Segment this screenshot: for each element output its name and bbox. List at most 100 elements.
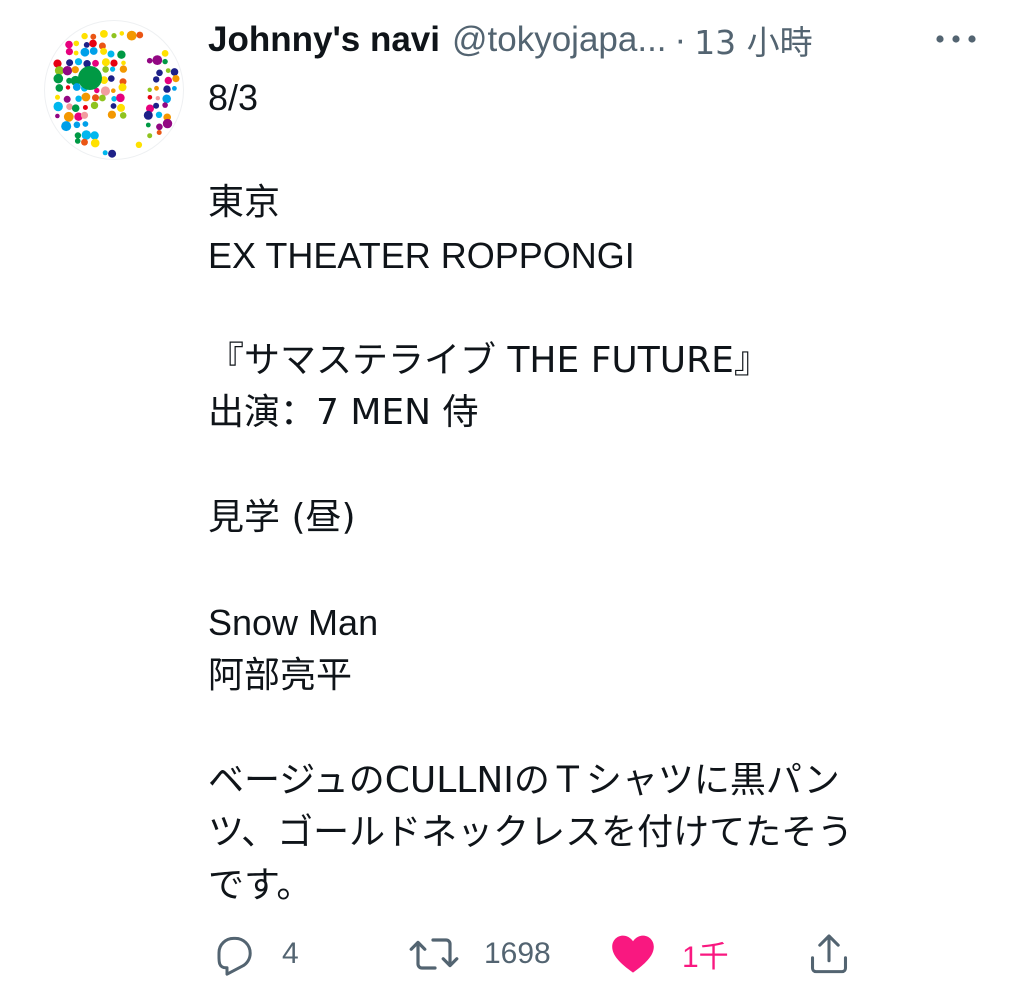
avatar-dot bbox=[72, 83, 81, 91]
tweet-text-line: 見学 (昼) bbox=[208, 497, 356, 538]
tweet-text-line: ベージュのCULLNIのＴシャツに黒パン bbox=[208, 759, 840, 801]
avatar-dot bbox=[53, 73, 64, 84]
avatar-dot bbox=[155, 111, 163, 119]
avatar-dot bbox=[73, 121, 81, 129]
avatar-dot bbox=[136, 31, 144, 39]
avatar-dot bbox=[66, 59, 74, 67]
avatar-dot bbox=[111, 88, 116, 93]
avatar-dot bbox=[71, 104, 80, 112]
tweet-text-line bbox=[208, 440, 998, 493]
avatar-dot bbox=[117, 103, 125, 112]
avatar-dot bbox=[100, 47, 108, 55]
avatar-dot bbox=[66, 103, 73, 110]
avatar-dot bbox=[90, 131, 99, 140]
avatar-dot bbox=[90, 101, 99, 110]
action-bar: 4 1698 1千 bbox=[208, 926, 1008, 982]
tweet-text-line: 阿部亮平 bbox=[208, 654, 353, 696]
avatar-dot bbox=[162, 102, 168, 108]
display-name[interactable]: Johnny's navi bbox=[208, 20, 440, 60]
tweet-text-line: 8/3 bbox=[208, 77, 259, 118]
avatar-dot bbox=[55, 84, 64, 92]
like-button[interactable]: 1千 bbox=[608, 926, 729, 982]
tweet-text-line: ツ、ゴールドネックレスを付けてたそう bbox=[208, 812, 854, 853]
more-horizontal-icon bbox=[936, 35, 976, 43]
tweet-text: 8/3 東京 EX THEATER ROPPONGI 『サマステライブ THE FUT… bbox=[208, 72, 998, 912]
avatar-dot bbox=[110, 103, 117, 109]
share-icon bbox=[810, 934, 848, 974]
handle[interactable]: @tokyojapa... bbox=[452, 20, 667, 60]
avatar-dot bbox=[118, 83, 127, 92]
retweet-count: 1698 bbox=[484, 937, 551, 970]
avatar-dot bbox=[65, 85, 71, 90]
avatar-dot bbox=[152, 55, 163, 65]
avatar-dot bbox=[55, 113, 60, 119]
avatar-dot bbox=[63, 111, 74, 122]
like-count: 1千 bbox=[682, 941, 729, 974]
avatar-dot bbox=[75, 95, 82, 102]
tweet-text-line bbox=[208, 282, 998, 335]
avatar-dot bbox=[110, 66, 116, 72]
separator-dot: · bbox=[674, 20, 687, 59]
avatar-dot bbox=[92, 94, 99, 102]
avatar-dot bbox=[89, 39, 97, 48]
avatar-dot bbox=[156, 123, 163, 131]
avatar-dot bbox=[111, 96, 117, 102]
timestamp[interactable]: 13 小時 bbox=[694, 16, 812, 64]
avatar-dot bbox=[143, 110, 153, 120]
avatar-dot bbox=[53, 101, 63, 112]
avatar-dot bbox=[65, 48, 73, 56]
avatar-dot bbox=[99, 94, 106, 102]
avatar-dot bbox=[110, 59, 118, 67]
share-button[interactable] bbox=[806, 926, 852, 982]
avatar-dot bbox=[73, 50, 79, 56]
avatar-dot bbox=[90, 138, 100, 148]
avatar-dot bbox=[102, 150, 108, 156]
avatar-dot bbox=[82, 121, 89, 127]
avatar-dot bbox=[78, 66, 102, 90]
johnnys-dots-logo-icon bbox=[53, 30, 180, 158]
avatar-dot bbox=[111, 33, 117, 39]
avatar-dot bbox=[107, 50, 115, 58]
heart-filled-icon bbox=[612, 935, 654, 973]
avatar-dot bbox=[147, 87, 152, 93]
avatar-dot bbox=[161, 50, 169, 57]
avatar-dot bbox=[162, 94, 171, 104]
retweet-icon bbox=[409, 938, 459, 970]
reply-button[interactable]: 4 bbox=[210, 926, 299, 982]
avatar-dot bbox=[81, 138, 88, 146]
more-options-button[interactable] bbox=[934, 22, 978, 56]
avatar-dot bbox=[89, 47, 98, 55]
avatar-dot bbox=[153, 76, 160, 83]
avatar-dot bbox=[81, 32, 88, 40]
avatar-dot bbox=[162, 58, 168, 65]
avatar-dot bbox=[54, 66, 64, 76]
retweet-button[interactable]: 1698 bbox=[408, 926, 551, 982]
tweet-text-line bbox=[208, 125, 998, 178]
avatar-dot bbox=[145, 122, 151, 128]
avatar[interactable] bbox=[44, 20, 184, 160]
avatar-dot bbox=[108, 75, 115, 82]
avatar-dot bbox=[80, 111, 89, 119]
avatar-dot bbox=[154, 85, 159, 91]
avatar-dot bbox=[156, 130, 162, 135]
avatar-dot bbox=[108, 149, 117, 158]
avatar-dot bbox=[146, 57, 153, 64]
avatar-dot bbox=[165, 68, 171, 73]
avatar-dot bbox=[101, 58, 110, 67]
avatar-dot bbox=[74, 132, 82, 139]
avatar-dot bbox=[73, 40, 80, 47]
avatar-dot bbox=[74, 58, 83, 66]
avatar-dot bbox=[102, 66, 109, 73]
avatar-dot bbox=[74, 138, 81, 144]
tweet-text-line: 東京 bbox=[208, 182, 281, 223]
avatar-dot bbox=[121, 60, 126, 66]
avatar-dot bbox=[119, 112, 127, 119]
avatar-dot bbox=[63, 95, 71, 103]
tweet-text-line: です。 bbox=[208, 864, 313, 906]
avatar-dot bbox=[116, 93, 125, 103]
reply-icon bbox=[217, 936, 252, 976]
avatar-dot bbox=[162, 118, 173, 129]
reply-count: 4 bbox=[282, 937, 299, 970]
avatar-dot bbox=[100, 86, 110, 96]
avatar-dot bbox=[81, 92, 91, 102]
